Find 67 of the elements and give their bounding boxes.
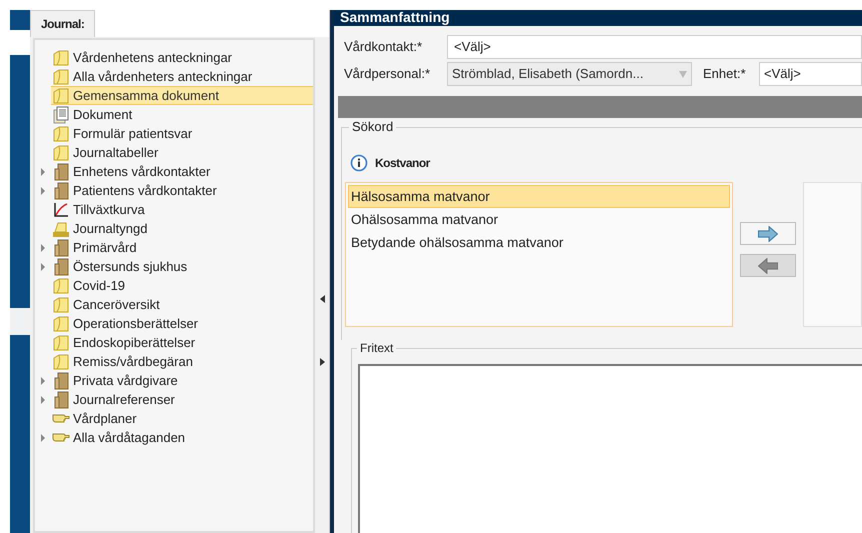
- note-folder-icon: [52, 48, 70, 66]
- document-icon: [52, 106, 70, 124]
- tree-item[interactable]: Remiss/vårdbegäran: [51, 352, 314, 371]
- binder-icon: [52, 390, 70, 408]
- note-folder-icon: [52, 296, 70, 314]
- pointing-hand-icon: [52, 414, 70, 423]
- tree-item[interactable]: Privata vårdgivare: [51, 371, 314, 390]
- tree-item[interactable]: Journalreferenser: [51, 390, 314, 409]
- note-folder-icon: [52, 352, 70, 370]
- tree-item[interactable]: Vårdplaner: [51, 409, 314, 428]
- tree-item[interactable]: Vårdenhetens anteckningar: [51, 48, 314, 67]
- expand-arrow-icon[interactable]: [41, 168, 45, 176]
- tree-item[interactable]: Endoskopiberättelser: [51, 333, 314, 352]
- pointing-hand-icon: [52, 433, 70, 442]
- note-folder-icon: [52, 144, 70, 162]
- expand-arrow-icon[interactable]: [41, 376, 45, 384]
- option-item[interactable]: Betydande ohälsosamma matvanor: [348, 231, 730, 254]
- tree-item[interactable]: Gemensamma dokument: [51, 86, 314, 105]
- tree-item[interactable]: Journaltabeller: [51, 143, 314, 162]
- growth-chart-icon: [52, 200, 70, 218]
- option-item[interactable]: Ohälsosamma matvanor: [348, 208, 730, 231]
- field-label: Vårdkontakt:*: [344, 38, 424, 56]
- window-title: Sammanfattning: [334, 10, 862, 26]
- field-label: Vårdpersonal:*: [344, 65, 431, 84]
- note-folder-icon: [52, 86, 70, 104]
- note-folder-icon: [52, 276, 70, 294]
- note-folder-icon: [52, 314, 70, 332]
- collapse-left-icon[interactable]: [320, 295, 325, 303]
- binder-icon: [52, 258, 70, 276]
- note-folder-icon: [52, 68, 70, 86]
- expand-arrow-icon[interactable]: [41, 396, 45, 404]
- section-heading: Kostvanor: [375, 155, 430, 172]
- expand-arrow-icon[interactable]: [41, 434, 45, 442]
- enhet-field[interactable]: <Välj>: [759, 62, 862, 86]
- note-folder-icon: [52, 334, 70, 352]
- left-arrow-icon: [758, 258, 778, 274]
- binder-icon: [52, 372, 70, 390]
- tree-item[interactable]: Journaltyngd: [51, 219, 314, 238]
- tree-item[interactable]: Operationsberättelser: [51, 314, 314, 333]
- journal-tab[interactable]: Journal:: [30, 10, 96, 37]
- tree-item[interactable]: Canceröversikt: [51, 295, 314, 314]
- tree-item[interactable]: Alla vårdenheters anteckningar: [51, 67, 314, 86]
- stacked-folders-icon: [52, 220, 70, 238]
- tree-item[interactable]: Enhetens vårdkontakter: [51, 162, 314, 181]
- tree-item[interactable]: Dokument: [51, 105, 314, 124]
- option-item[interactable]: Hälsosamma matvanor: [348, 185, 730, 208]
- tree-item[interactable]: Covid-19: [51, 276, 314, 295]
- tree-item[interactable]: Alla vårdåtaganden: [51, 428, 314, 447]
- binder-icon: [52, 182, 70, 200]
- tree-item[interactable]: Primärvård: [51, 238, 314, 257]
- info-icon: [350, 154, 368, 172]
- tree-item[interactable]: Tillväxtkurva: [51, 200, 314, 219]
- expand-arrow-icon[interactable]: [41, 262, 45, 270]
- dropdown-caret-icon: [679, 70, 687, 78]
- expand-arrow-icon[interactable]: [41, 244, 45, 252]
- vardkontakt-field[interactable]: <Välj>: [447, 35, 862, 59]
- tree-item[interactable]: Formulär patientsvar: [51, 124, 314, 143]
- right-arrow-icon: [758, 226, 778, 242]
- note-folder-icon: [52, 124, 70, 142]
- expand-arrow-icon[interactable]: [41, 186, 45, 194]
- expand-right-icon[interactable]: [320, 358, 325, 366]
- tree-item[interactable]: Patientens vårdkontakter: [51, 181, 314, 200]
- binder-icon: [52, 162, 70, 180]
- binder-icon: [52, 238, 70, 256]
- tree-item[interactable]: Östersunds sjukhus: [51, 257, 314, 276]
- move-right-button[interactable]: [740, 222, 796, 245]
- field-label: Enhet:*: [703, 65, 747, 84]
